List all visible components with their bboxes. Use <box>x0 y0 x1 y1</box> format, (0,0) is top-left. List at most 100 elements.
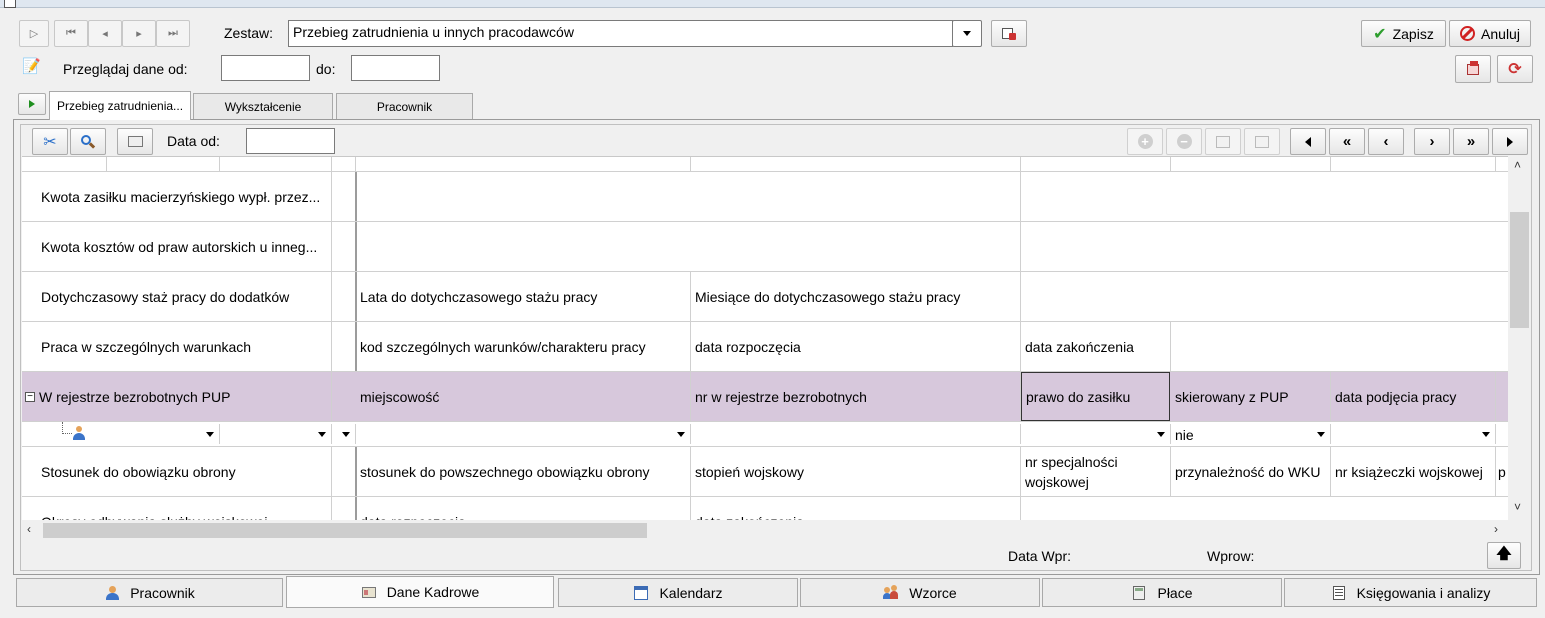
bottom-tab-wzorce[interactable]: Wzorce <box>800 578 1040 607</box>
scroll-right-icon[interactable]: › <box>1494 522 1498 536</box>
bottom-tab-kalendarz[interactable]: Kalendarz <box>558 578 798 607</box>
edit-dropdown-skierowany[interactable]: nie <box>1171 424 1331 444</box>
row-label-expandable[interactable]: − W rejestrze bezrobotnych PUP <box>22 372 332 421</box>
header-cell[interactable] <box>1171 157 1331 171</box>
scroll-down-icon[interactable]: ˅ <box>1514 500 1521 514</box>
grid-cell[interactable] <box>356 172 1021 221</box>
save-button[interactable]: ✔ Zapisz <box>1361 20 1446 47</box>
page-fast-back-button[interactable]: « <box>1329 128 1365 155</box>
scroll-to-top-button[interactable]: 🡅 <box>1487 542 1521 569</box>
header-cell[interactable] <box>220 157 332 171</box>
horizontal-scrollbar[interactable]: ‹ › <box>22 520 1531 541</box>
bottom-tab-ksiegowania[interactable]: Księgowania i analizy <box>1284 578 1537 607</box>
nav-last-button[interactable]: ⏭ <box>156 20 190 47</box>
refresh-button[interactable]: ⟳ <box>1497 55 1533 83</box>
tools-button[interactable]: ✂ <box>32 128 68 155</box>
grid-cell[interactable] <box>1496 372 1508 421</box>
header-cell[interactable] <box>332 157 356 171</box>
paste-row-button[interactable] <box>1244 128 1280 155</box>
collapse-icon[interactable]: − <box>25 391 35 402</box>
grid-cell[interactable]: kod szczególnych warunków/charakteru pra… <box>356 322 691 371</box>
grid-cell[interactable]: data rozpoczęcia <box>691 322 1021 371</box>
grid-cell[interactable]: data zakończenia <box>691 497 1021 520</box>
grid-cell[interactable]: nr specjalności wojskowej <box>1021 447 1171 496</box>
page-last-button[interactable] <box>1492 128 1528 155</box>
grid-cell[interactable] <box>356 222 1021 271</box>
bottom-tab-place[interactable]: Płace <box>1042 578 1282 607</box>
grid-cell[interactable]: p <box>1496 447 1508 496</box>
vertical-scrollbar[interactable]: ˄ ˅ <box>1509 156 1531 520</box>
grid-row[interactable]: Okresy odbywania służby wojskowej data r… <box>22 497 1508 520</box>
grid-cell[interactable]: stosunek do powszechnego obowiązku obron… <box>356 447 691 496</box>
grid-row[interactable]: Dotychczasowy staż pracy do dodatków Lat… <box>22 272 1508 322</box>
zestaw-select[interactable]: Przebieg zatrudnienia u innych pracodawc… <box>288 20 953 47</box>
header-cell[interactable] <box>22 157 107 171</box>
grid-cell[interactable]: miejscowość <box>356 372 691 421</box>
edit-input-nr-rejestru[interactable] <box>691 424 1021 444</box>
nav-play-button[interactable]: ▷ <box>19 20 49 47</box>
edit-dropdown-prawo-do-zasilku[interactable] <box>1021 424 1171 444</box>
nav-prev-button[interactable]: ◂ <box>88 20 122 47</box>
bottom-tab-pracownik[interactable]: Pracownik <box>16 578 283 607</box>
edit-dropdown[interactable] <box>107 424 220 444</box>
nav-next-button[interactable]: ▸ <box>122 20 156 47</box>
export-button[interactable] <box>1455 55 1491 83</box>
tab-wyksztalcenie[interactable]: Wykształcenie <box>193 93 333 119</box>
grid-cell[interactable] <box>1021 272 1508 321</box>
card-view-button[interactable] <box>117 128 153 155</box>
copy-row-button[interactable] <box>1205 128 1241 155</box>
edit-dropdown-miejscowosc[interactable] <box>357 424 691 444</box>
grid-cell[interactable]: nr książeczki wojskowej <box>1331 447 1496 496</box>
page-fast-forward-button[interactable]: » <box>1453 128 1489 155</box>
page-forward-button[interactable]: › <box>1414 128 1450 155</box>
grid-cell[interactable]: stopień wojskowy <box>691 447 1021 496</box>
grid-cell[interactable] <box>1171 322 1508 371</box>
edit-dropdown[interactable] <box>332 424 356 444</box>
tabs-expand-button[interactable] <box>18 93 46 115</box>
nav-first-button[interactable]: ⏮ <box>54 20 88 47</box>
grid-cell[interactable]: Lata do dotychczasowego stażu pracy <box>356 272 691 321</box>
grid-row-selected[interactable]: − W rejestrze bezrobotnych PUP miejscowo… <box>22 372 1508 422</box>
zestaw-dropdown-button[interactable] <box>952 20 982 47</box>
zestaw-config-button[interactable] <box>991 20 1027 47</box>
header-cell[interactable] <box>356 157 691 171</box>
horizontal-scroll-thumb[interactable] <box>43 523 647 538</box>
date-to-input[interactable] <box>351 55 440 81</box>
grid-cell[interactable]: przynależność do WKU <box>1171 447 1331 496</box>
header-cell[interactable] <box>1331 157 1496 171</box>
grid-row[interactable]: Stosunek do obowiązku obrony stosunek do… <box>22 447 1508 497</box>
scroll-up-icon[interactable]: ˄ <box>1514 158 1521 172</box>
page-first-button[interactable] <box>1290 128 1326 155</box>
grid-edit-row[interactable]: nie <box>22 422 1508 447</box>
grid-cell[interactable] <box>1021 172 1508 221</box>
tab-przebieg[interactable]: Przebieg zatrudnienia... <box>49 91 191 120</box>
data-od-input[interactable] <box>246 128 335 154</box>
edit-dropdown[interactable] <box>220 424 332 444</box>
page-back-button[interactable]: ‹ <box>1368 128 1404 155</box>
grid-cell[interactable]: nr w rejestrze bezrobotnych <box>691 372 1021 421</box>
search-button[interactable] <box>70 128 106 155</box>
header-cell[interactable] <box>107 157 220 171</box>
vertical-scroll-thumb[interactable] <box>1510 212 1529 328</box>
bottom-tab-dane-kadrowe[interactable]: Dane Kadrowe <box>286 576 554 608</box>
cancel-button[interactable]: Anuluj <box>1449 20 1531 47</box>
tab-pracownik[interactable]: Pracownik <box>336 93 473 119</box>
edit-filter-icon[interactable]: 📝 <box>22 57 41 75</box>
grid-row[interactable]: Kwota kosztów od praw autorskich u inneg… <box>22 222 1508 272</box>
grid-cell[interactable]: Miesiące do dotychczasowego stażu pracy <box>691 272 1021 321</box>
remove-row-button[interactable]: − <box>1166 128 1202 155</box>
grid-cell[interactable]: data rozpoczęcia <box>356 497 691 520</box>
grid-row[interactable]: Kwota zasiłku macierzyńskiego wypł. prze… <box>22 172 1508 222</box>
header-cell[interactable] <box>1021 157 1171 171</box>
grid-cell[interactable] <box>1021 497 1508 520</box>
add-row-button[interactable]: + <box>1127 128 1163 155</box>
grid-cell[interactable]: skierowany z PUP <box>1171 372 1331 421</box>
date-from-input[interactable] <box>221 55 310 81</box>
scroll-left-icon[interactable]: ‹ <box>27 522 31 536</box>
edit-dropdown-data-podjecia[interactable] <box>1331 424 1496 444</box>
header-cell[interactable] <box>691 157 1021 171</box>
grid-cell[interactable]: data podjęcia pracy <box>1331 372 1496 421</box>
grid-row[interactable]: Praca w szczególnych warunkach kod szcze… <box>22 322 1508 372</box>
grid-cell[interactable] <box>1021 222 1508 271</box>
grid-cell-focused[interactable]: prawo do zasiłku <box>1021 372 1170 421</box>
